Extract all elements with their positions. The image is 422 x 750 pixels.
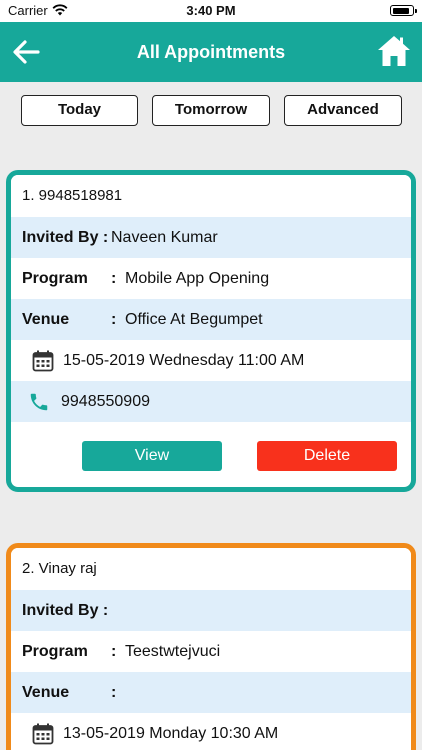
home-icon[interactable] [376,33,412,69]
appointment-title: 2. Vinay raj [11,548,411,590]
datetime-value: 13-05-2019 Monday 10:30 AM [63,724,279,742]
page-title: All Appointments [136,42,286,62]
venue-row: Venue : [11,672,411,713]
colon: : [111,310,117,328]
invited-by-label: Invited By : [22,601,109,619]
invited-by-row: Invited By : Naveen Kumar [11,217,411,258]
view-button[interactable]: View [82,441,222,471]
filter-today-button[interactable]: Today [21,95,138,126]
colon: : [111,683,117,701]
datetime-value: 15-05-2019 Wednesday 11:00 AM [63,351,305,369]
invited-by-value: Naveen Kumar [111,228,218,246]
battery-icon [390,5,417,16]
program-value: Teestwtejvuci [125,642,221,660]
phone-row: 9948550909 [11,381,411,422]
program-row: Program : Teestwtejvuci [11,631,411,672]
calendar-icon [32,350,54,371]
invited-by-label: Invited By : [22,228,109,246]
delete-button[interactable]: Delete [257,441,397,471]
nav-bar: All Appointments [0,22,422,82]
phone-icon[interactable] [28,391,50,413]
program-value: Mobile App Opening [125,269,270,287]
phone-value[interactable]: 9948550909 [61,393,150,411]
appointment-card: 1. 9948518981 Invited By : Naveen Kumar … [6,170,416,492]
invited-by-row: Invited By : [11,590,411,631]
status-bar: Carrier 3:40 PM [0,0,422,22]
venue-value: Office At Begumpet [125,310,263,328]
datetime-row: 13-05-2019 Monday 10:30 AM [11,713,411,750]
datetime-row: 15-05-2019 Wednesday 11:00 AM [11,340,411,381]
clock: 3:40 PM [186,3,236,18]
program-label: Program [22,269,88,287]
calendar-icon [32,723,54,744]
colon: : [111,269,117,287]
colon: : [111,642,117,660]
program-row: Program : Mobile App Opening [11,258,411,299]
venue-row: Venue : Office At Begumpet [11,299,411,340]
card-actions: View Delete [11,422,411,487]
program-label: Program [22,642,88,660]
appointment-title: 1. 9948518981 [11,175,411,217]
appointment-card: 2. Vinay raj Invited By : Program : Tees… [6,543,416,750]
filter-advanced-button[interactable]: Advanced [284,95,402,126]
venue-label: Venue [22,310,70,328]
venue-label: Venue [22,683,70,701]
filter-tomorrow-button[interactable]: Tomorrow [152,95,270,126]
